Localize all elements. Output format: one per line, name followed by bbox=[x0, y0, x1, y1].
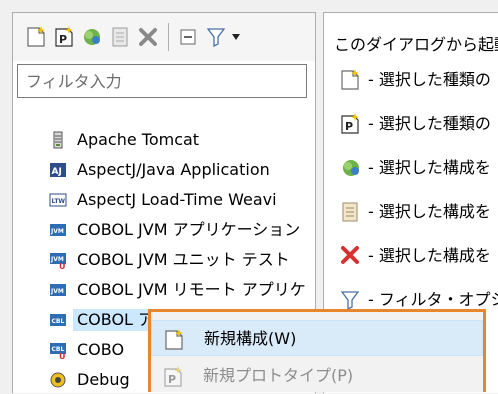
cbl-unit-icon: CBL U bbox=[49, 341, 67, 361]
tree-item-label: Debug bbox=[77, 370, 130, 389]
description-heading: このダイアログから起動 bbox=[334, 33, 498, 57]
description-line: - 選択した構成を bbox=[324, 199, 498, 225]
tree-item[interactable]: JVM COBOL JVM アプリケーション bbox=[13, 215, 315, 245]
description-line: P - 選択した種類の bbox=[324, 111, 498, 137]
description-line: - 選択した構成を bbox=[324, 243, 498, 269]
svg-text:P: P bbox=[168, 373, 176, 386]
description-heading-text: このダイアログから起動 bbox=[334, 35, 498, 54]
svg-text:JVM: JVM bbox=[50, 228, 64, 235]
description-line-text: - 選択した種類の bbox=[368, 114, 491, 133]
svg-text:AJ: AJ bbox=[52, 167, 62, 177]
delete-x-icon bbox=[340, 245, 360, 265]
tree-item-label: AspectJ/Java Application bbox=[77, 160, 270, 179]
tree-item[interactable]: AJ AspectJ/Java Application bbox=[13, 155, 315, 185]
tree-item[interactable]: LTW AspectJ Load-Time Weavi bbox=[13, 185, 315, 215]
new-configuration-icon bbox=[340, 69, 360, 90]
menu-item-label: 新規構成(W) bbox=[204, 329, 297, 348]
svg-text:P: P bbox=[345, 120, 353, 133]
tomcat-icon bbox=[49, 131, 67, 149]
tree-item-label: AspectJ Load-Time Weavi bbox=[77, 190, 277, 209]
tree-item[interactable]: JVM U COBOL JVM ユニット テスト bbox=[13, 245, 315, 275]
tree-item-label: COBOL JVM リモート アプリケ bbox=[77, 280, 306, 299]
new-prototype-icon: P bbox=[340, 113, 360, 134]
description-line: - 選択した構成を bbox=[324, 155, 498, 181]
tree-item[interactable]: Apache Tomcat bbox=[13, 125, 315, 155]
tree-item-label: COBOL JVM アプリケーション bbox=[77, 220, 301, 239]
filter-icon[interactable] bbox=[205, 25, 227, 49]
svg-text:JVM: JVM bbox=[50, 288, 64, 295]
description-line-text: - 選択した構成を bbox=[368, 246, 491, 265]
jvm-remote-icon: JVM bbox=[49, 281, 67, 299]
aspectj-icon: AJ bbox=[49, 161, 67, 179]
delete-icon[interactable] bbox=[109, 25, 131, 49]
duplicate-icon bbox=[340, 157, 360, 177]
menu-item-new-prototype[interactable]: P 新規プロトタイプ(P) bbox=[151, 358, 483, 394]
view-menu-icon[interactable] bbox=[229, 25, 243, 49]
svg-text:LTW: LTW bbox=[52, 198, 66, 205]
filter-icon bbox=[340, 289, 360, 311]
tree-item[interactable]: JVM COBOL JVM リモート アプリケ bbox=[13, 275, 315, 305]
tree-item-label: COBOL JVM ユニット テスト bbox=[77, 250, 290, 269]
svg-text:U: U bbox=[59, 352, 66, 359]
new-configuration-icon bbox=[164, 329, 184, 350]
filter-input[interactable] bbox=[17, 64, 307, 98]
jvm-icon: JVM bbox=[49, 221, 67, 239]
export-icon bbox=[340, 201, 360, 222]
context-menu: 新規構成(W) P 新規プロトタイプ(P) bbox=[148, 309, 486, 392]
ltw-icon: LTW bbox=[49, 191, 67, 209]
menu-item-label: 新規プロトタイプ(P) bbox=[203, 366, 354, 385]
description-line: - 選択した種類の bbox=[324, 67, 498, 93]
new-configuration-icon[interactable] bbox=[25, 25, 47, 49]
debug-icon bbox=[49, 371, 67, 389]
svg-text:P: P bbox=[59, 33, 67, 46]
tree-item-label: COBO bbox=[77, 340, 125, 359]
delete-x-icon[interactable] bbox=[137, 25, 159, 49]
svg-text:U: U bbox=[59, 262, 66, 269]
new-prototype-icon[interactable]: P bbox=[53, 25, 75, 49]
cbl-icon: CBL bbox=[49, 311, 67, 329]
collapse-all-icon[interactable] bbox=[177, 25, 199, 49]
jvm-unit-icon: JVM U bbox=[49, 251, 67, 271]
tree-item-label: Apache Tomcat bbox=[77, 130, 200, 149]
svg-text:CBL: CBL bbox=[52, 318, 65, 325]
description-line-text: - 選択した構成を bbox=[368, 202, 491, 221]
new-prototype-icon: P bbox=[163, 366, 183, 387]
toolbar: P bbox=[13, 13, 315, 61]
description-line-text: - 選択した構成を bbox=[368, 158, 491, 177]
menu-item-new-configuration[interactable]: 新規構成(W) bbox=[151, 320, 483, 356]
duplicate-icon[interactable] bbox=[81, 25, 103, 49]
description-line-text: - 選択した種類の bbox=[368, 70, 491, 89]
